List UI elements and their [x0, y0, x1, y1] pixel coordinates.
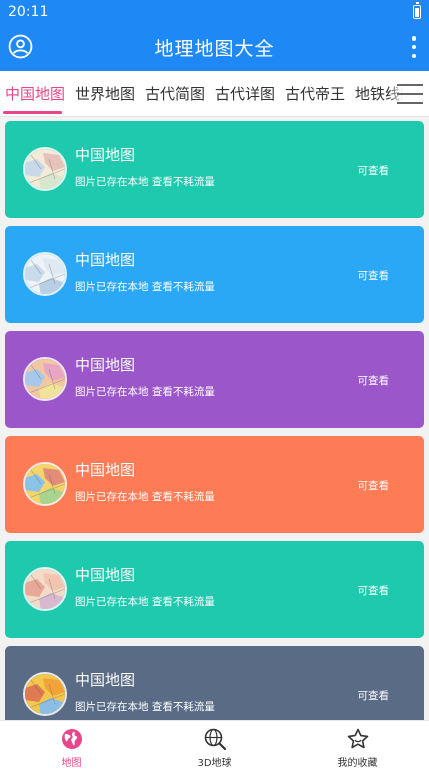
status-time: 20:11: [8, 4, 49, 20]
tab-ancient-detailed[interactable]: 古代详图: [210, 71, 280, 116]
map-card[interactable]: 中国地图图片已存在本地 查看不耗流量 可查看: [5, 646, 424, 720]
app-bar: 地理地图大全: [0, 24, 429, 71]
card-title: 中国地图: [75, 671, 136, 689]
page-title: 地理地图大全: [154, 38, 275, 60]
globe-icon: [61, 729, 82, 749]
map-card[interactable]: 中国地图图片已存在本地 查看不耗流量 可查看: [5, 331, 424, 428]
tab-ancient-simple[interactable]: 古代简图: [140, 71, 210, 116]
tab-ancient-emperors[interactable]: 古代帝王: [280, 71, 350, 116]
map-thumbnail-icon: [23, 672, 67, 716]
nav-item-map[interactable]: 地图: [0, 721, 143, 770]
view-available-label[interactable]: 可查看: [358, 373, 390, 388]
card-subtitle: 图片已存在本地 查看不耗流量: [75, 281, 215, 293]
map-card[interactable]: 中国地图图片已存在本地 查看不耗流量 可查看: [5, 226, 424, 323]
nav-label-3d-earth: 3D地球: [197, 758, 232, 769]
earth-search-icon: [204, 728, 226, 751]
battery-icon: [413, 2, 421, 19]
map-card[interactable]: 中国地图图片已存在本地 查看不耗流量 可查看: [5, 121, 424, 218]
card-subtitle: 图片已存在本地 查看不耗流量: [75, 386, 215, 398]
map-thumbnail-icon: [23, 462, 67, 506]
user-profile-icon[interactable]: [8, 34, 33, 59]
nav-label-map: 地图: [61, 758, 82, 769]
hamburger-menu-icon[interactable]: [397, 84, 423, 104]
category-tab-bar: 中国地图 世界地图 古代简图 古代详图 古代帝王 地铁线路: [0, 71, 429, 117]
star-icon: [347, 728, 368, 749]
more-options-icon[interactable]: [411, 36, 417, 58]
card-title: 中国地图: [75, 146, 136, 164]
tab-world-map[interactable]: 世界地图: [70, 71, 140, 116]
map-thumbnail-icon: [23, 147, 67, 191]
nav-item-3d-earth[interactable]: 3D地球: [143, 721, 286, 770]
card-subtitle: 图片已存在本地 查看不耗流量: [75, 176, 215, 188]
view-available-label[interactable]: 可查看: [358, 268, 390, 283]
nav-item-favorites[interactable]: 我的收藏: [286, 721, 429, 770]
card-title: 中国地图: [75, 461, 136, 479]
map-card[interactable]: 中国地图图片已存在本地 查看不耗流量 可查看: [5, 541, 424, 638]
map-thumbnail-icon: [23, 567, 67, 611]
card-subtitle: 图片已存在本地 查看不耗流量: [75, 596, 215, 608]
view-available-label[interactable]: 可查看: [358, 163, 390, 178]
card-subtitle: 图片已存在本地 查看不耗流量: [75, 701, 215, 713]
map-thumbnail-icon: [23, 252, 67, 296]
status-bar: 20:11: [0, 0, 429, 24]
nav-label-favorites: 我的收藏: [337, 758, 378, 769]
view-available-label[interactable]: 可查看: [358, 478, 390, 493]
map-thumbnail-icon: [23, 357, 67, 401]
card-title: 中国地图: [75, 251, 136, 269]
card-title: 中国地图: [75, 566, 136, 584]
view-available-label[interactable]: 可查看: [358, 583, 390, 598]
card-subtitle: 图片已存在本地 查看不耗流量: [75, 491, 215, 503]
bottom-nav: 地图 3D地球 我的收藏: [0, 720, 429, 770]
map-card-list[interactable]: 中国地图 图片已存在本地 查看不耗流量 可查看 中国地图 图片已存在本地 查看不耗流量可…: [0, 117, 429, 720]
card-title: 中国地图: [75, 356, 136, 374]
tab-china-map[interactable]: 中国地图: [0, 71, 70, 116]
view-available-label[interactable]: 可查看: [358, 688, 390, 703]
map-card[interactable]: 中国地图图片已存在本地 查看不耗流量 可查看: [5, 436, 424, 533]
